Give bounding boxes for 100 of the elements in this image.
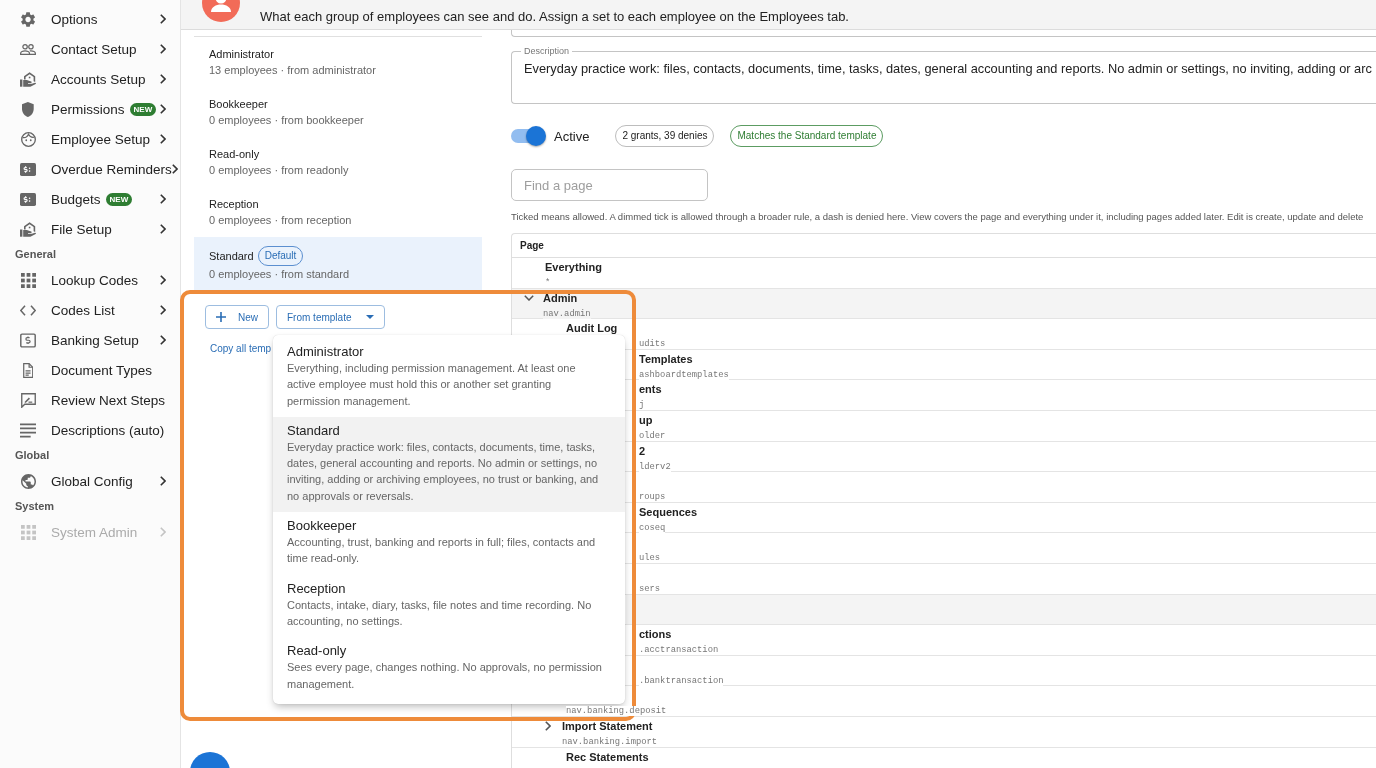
sidebar-item[interactable]: Overdue Reminders [0,154,180,184]
sidebar-item[interactable]: Options [0,4,180,34]
document-icon [22,362,34,378]
page-key: nav.banking.deposit [566,706,667,717]
menu-item-description: Sees every page, changes nothing. No approvals, no permission management. [287,660,603,692]
menu-item-title: Read-only [287,643,348,660]
menu-item-description: Accounting, trust, banking and reports in full; files, contacts and time read-only. [287,535,597,567]
grid-icon [20,524,36,540]
dollar-card-icon [20,161,36,177]
hand-house-icon [20,221,36,237]
set-list-item[interactable]: Reception 0 employees · from reception [194,187,482,237]
page-name: Audit Log [566,321,618,336]
page-name: Sequences [639,504,698,519]
page-key: j [639,400,645,411]
sidebar-item[interactable]: Codes List [0,295,180,325]
section-heading: Global [14,448,51,463]
sidebar-item[interactable]: Descriptions (auto) [0,415,180,445]
input-field[interactable] [511,30,1376,37]
menu-item-description: Everyday practice work: files, contacts, documents, time, tasks, dates, general accounting and reports. No admin or settings, no inviting, adding or archiving employees, no trust or banking, and no approvals or reversals. [287,439,600,504]
page-key: coseq [639,522,666,533]
menu-item-title: Bookkeeper [287,518,358,535]
sidebar-item[interactable]: File Setup [0,214,180,244]
set-meta: 0 employees · from standard [209,267,350,282]
set-meta: 0 employees · from readonly [209,163,350,178]
field-label: Description [523,45,571,57]
page-key: lderv2 [639,461,671,472]
menu-item[interactable]: Read-only Sees every page, changes nothing. No approvals, no permission management. [273,637,625,700]
toggle-label: Active [554,128,590,144]
search-field[interactable]: Find a page [511,169,708,201]
page-subtitle: What each group of employees can see and do. Assign a set to each employee on the Employees tab. [260,9,849,25]
menu-item[interactable]: Bookkeeper Accounting, trust, banking and reports in full; files, contacts and time read-only. [273,512,625,575]
new-badge: NEW [105,192,133,206]
menu-item-title: Reception [287,580,347,597]
toggle-switch[interactable] [511,126,546,146]
copy-link[interactable]: Copy all temp [210,343,272,355]
page-name: 2 [639,443,646,458]
dollar-card-icon [20,191,36,207]
section-heading: General [14,247,57,262]
page-name: Admin [543,290,578,305]
new-button[interactable]: New [205,305,269,329]
set-meta: 0 employees · from reception [209,213,353,228]
people-icon [20,41,36,57]
page-name: Rec Statements [566,749,649,764]
description-field[interactable]: Description Everyday practice work: files, contacts, documents, time, tasks, dates, general accounting and reports. No admin or settings, no inviting, adding or arc [511,45,1376,104]
page-key: nav.admin [543,308,591,319]
sidebar-item[interactable]: Budgets NEW [0,184,180,214]
plus-icon [216,312,226,322]
sidebar-item[interactable]: Permissions NEW [0,94,180,124]
page-name: up [639,412,653,427]
menu-item[interactable]: Reception Contacts, intake, diary, tasks, file notes and time recording. No accounting, no settings. [273,574,625,638]
menu-item[interactable]: Administrator Everything, including permission management. At least one active employee must hold this or another set granting permission management. [273,338,625,417]
page-name: ents [639,382,662,397]
text-lines-icon [20,422,36,438]
dollar-box-icon [20,332,36,348]
sidebar-item[interactable]: Review Next Steps [0,385,180,415]
tree-row[interactable]: Admin nav.admin [512,288,1376,320]
page-key: ashboardtemplates [639,369,729,380]
set-list-item[interactable]: Standard Default 0 employees · from standard [194,237,482,291]
menu-item-description: Contacts, intake, diary, tasks, file notes and time recording. No accounting, no settings. [287,597,593,629]
sidebar-item[interactable]: Contact Setup [0,34,180,64]
gear-icon [20,11,36,27]
globe-icon [20,473,36,489]
sidebar-item[interactable]: Document Types [0,355,180,385]
caret-icon [366,315,375,319]
set-name: Read-only [209,147,260,162]
page-name: Import Statement [562,718,653,733]
menu-item-description: Everything, including permission management. At least one active employee must hold this or another set granting permission management. [287,361,577,409]
sidebar-item[interactable]: Accounts Setup [0,64,180,94]
code-icon [20,302,36,318]
set-name: Standard [209,249,254,264]
menu-item-title: Administrator [287,344,365,360]
help-text: Ticked means allowed. A dimmed tick is allowed through a broader rule, a dash is denied here. View covers the page and everything under it, including pages added later. Edit is create, update and delete [511,211,1365,223]
sidebar-item[interactable]: Employee Setup [0,124,180,154]
page-name: Templates [639,351,693,366]
page-name: Everything [545,260,602,274]
new-badge: NEW [129,102,157,116]
sidebar-item[interactable]: Banking Setup [0,325,180,355]
dropdown-button[interactable]: From template [276,305,386,329]
column-header: Page [520,240,544,251]
page-key: roups [639,492,666,503]
set-list-item[interactable]: Administrator 13 employees · from administrator [194,37,482,87]
shield-icon [22,101,34,117]
set-meta: 13 employees · from administrator [209,63,377,78]
set-list-item[interactable]: Bookkeeper 0 employees · from bookkeeper [194,87,482,137]
page-key: nav.banking.import [562,736,658,747]
menu-item[interactable] [273,416,625,513]
comment-edit-icon [20,392,36,408]
page-name: ctions [639,627,672,642]
face-icon [20,131,36,147]
grid-icon [20,272,36,288]
section-heading: System [14,499,56,514]
page-key: older [639,430,666,441]
set-name: Bookkeeper [209,97,268,112]
sidebar-item[interactable]: Global Config [0,466,180,496]
set-list-item[interactable]: Read-only 0 employees · from readonly [194,137,482,187]
menu-item-title: Standard [287,422,341,439]
set-meta: 0 employees · from bookkeeper [209,113,365,128]
hand-house-icon [20,71,36,87]
sidebar-item[interactable]: Lookup Codes [0,265,180,295]
set-name: Administrator [209,47,274,62]
